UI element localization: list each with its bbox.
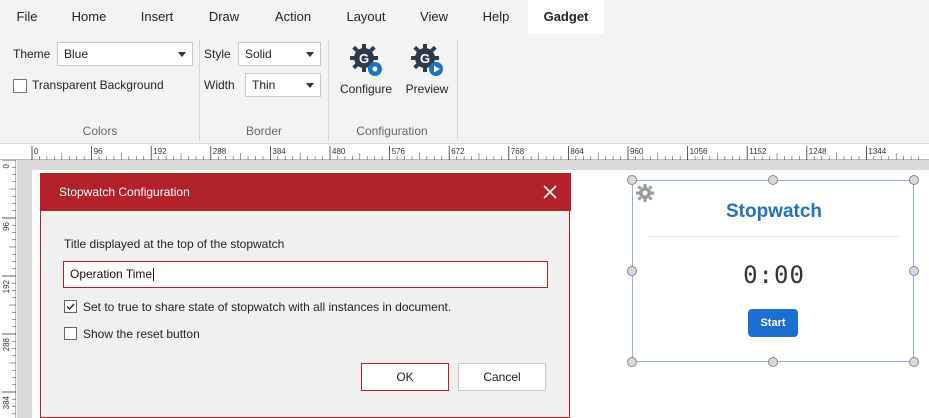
border-group-label: Border [245,124,283,138]
tab-home[interactable]: Home [54,0,124,34]
configure-button[interactable]: G Configure [336,42,396,108]
ribbon-tab-bar: File Home Insert Draw Action Layout View… [0,0,929,34]
resize-handle-left[interactable] [627,266,637,276]
tab-action[interactable]: Action [258,0,328,34]
ruler-tick-label: 960 [630,147,644,156]
stopwatch-configuration-dialog: Stopwatch Configuration Title displayed … [40,173,571,418]
transparent-background-checkbox[interactable] [13,79,27,93]
style-value: Solid [245,47,272,61]
cancel-button[interactable]: Cancel [458,363,546,391]
resize-handle-right[interactable] [909,266,919,276]
horizontal-ruler-ticks: 0 96 192 288 384 480 576 672 768 864 960 1056 1152 12… [31,146,919,160]
ruler-tick-label: 0 [2,163,11,168]
width-value: Thin [252,78,276,92]
chevron-down-icon [306,83,314,88]
group-divider [457,40,458,140]
ruler-tick-label: 1056 [690,147,708,156]
tab-insert[interactable]: Insert [124,0,190,34]
preview-button[interactable]: G Preview [400,42,454,108]
ruler-tick-label: 768 [511,147,525,156]
tab-layout[interactable]: Layout [328,0,404,34]
close-icon[interactable] [541,183,559,201]
resize-handle-top-left[interactable] [627,175,637,185]
dialog-titlebar[interactable]: Stopwatch Configuration [41,173,571,211]
resize-handle-bottom[interactable] [768,357,778,367]
tab-draw[interactable]: Draw [190,0,258,34]
share-state-checkbox[interactable] [64,300,77,313]
svg-text:G: G [359,51,369,66]
transparent-background-label: Transparent Background [32,78,164,92]
style-label: Style [204,47,231,61]
ribbon-panel: Theme Blue Transparent Background Colors… [0,34,929,144]
start-button[interactable]: Start [748,309,798,337]
stopwatch-gadget[interactable]: Stopwatch 0:00 Start [632,180,914,362]
ruler-tick-label: 288 [213,147,227,156]
ruler-tick-label: 672 [451,147,465,156]
ruler-tick-label: 1152 [749,147,767,156]
ruler-tick-label: 384 [272,147,286,156]
svg-text:G: G [420,51,430,66]
ruler-tick-label: 480 [332,147,346,156]
tab-help[interactable]: Help [464,0,528,34]
show-reset-label: Show the reset button [83,327,200,341]
colors-group-label: Colors [82,124,118,138]
resize-handle-top-right[interactable] [909,175,919,185]
width-label: Width [204,78,235,92]
ruler-tick-label: 1344 [868,147,886,156]
chevron-down-icon [178,52,186,57]
stopwatch-title-input-value: Operation Time [70,267,153,281]
ruler-tick-label: 864 [570,147,584,156]
preview-label: Preview [405,82,449,96]
preview-gear-icon: G [411,44,443,76]
divider [649,236,899,237]
horizontal-ruler: 0 96 192 288 384 480 576 672 768 864 960 1056 1152 12… [0,144,929,160]
width-dropdown[interactable]: Thin [245,73,321,97]
configuration-group-label: Configuration [356,124,428,138]
stopwatch-time: 0:00 [743,261,805,289]
text-cursor [153,268,155,282]
configure-gear-icon: G [350,44,382,76]
ruler-tick-label: 384 [2,395,11,409]
theme-value: Blue [64,47,89,61]
ruler-tick-label: 96 [2,221,11,230]
share-state-label: Set to true to share state of stopwatch … [83,300,452,314]
dialog-title: Stopwatch Configuration [59,185,190,199]
chevron-down-icon [306,52,314,57]
show-reset-checkbox[interactable] [64,327,77,340]
tab-file[interactable]: File [0,0,54,34]
title-field-label: Title displayed at the top of the stopwa… [64,237,285,251]
ruler-tick-label: 0 [34,147,39,156]
resize-handle-top[interactable] [768,175,778,185]
ruler-tick-label: 96 [94,147,103,156]
resize-handle-bottom-right[interactable] [909,357,919,367]
ruler-tick-label: 192 [153,147,167,156]
tab-gadget[interactable]: Gadget [528,0,604,34]
gear-icon[interactable] [635,183,655,203]
ok-button[interactable]: OK [361,363,449,391]
stopwatch-title: Stopwatch [725,201,823,222]
style-dropdown[interactable]: Solid [238,42,321,66]
stopwatch-title-input[interactable]: Operation Time [63,261,548,288]
theme-label: Theme [13,47,51,61]
ruler-tick-label: 1248 [809,147,827,156]
ruler-tick-label: 576 [392,147,406,156]
ruler-tick-label: 192 [2,279,11,293]
theme-dropdown[interactable]: Blue [57,42,193,66]
resize-handle-bottom-left[interactable] [627,357,637,367]
tab-view[interactable]: View [404,0,464,34]
configure-label: Configure [339,82,393,96]
checkmark-icon [66,303,75,311]
vertical-ruler: 0 96 192 288 384 [0,160,16,418]
ruler-tick-label: 288 [2,337,11,351]
vertical-ruler-ticks: 0 96 192 288 384 [2,160,16,415]
